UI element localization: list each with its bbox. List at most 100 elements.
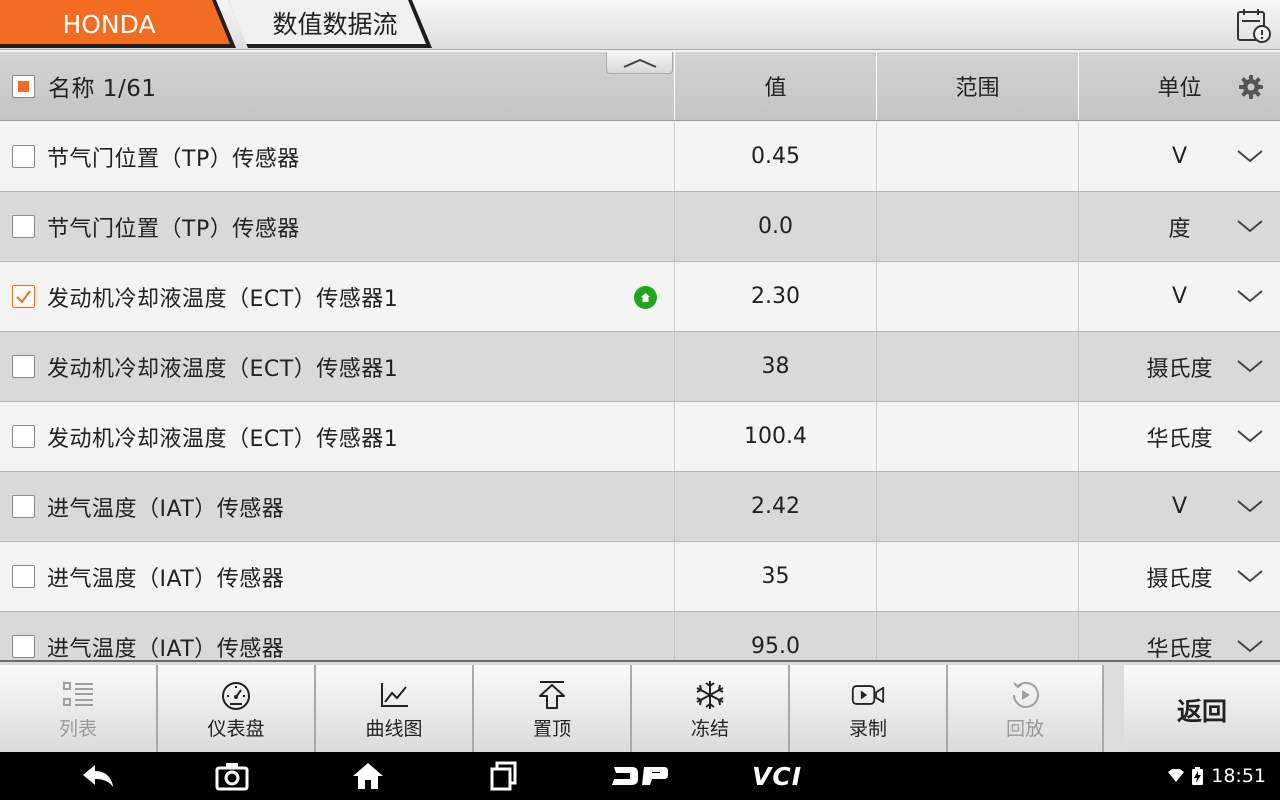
row-unit: 华氏度 — [1146, 426, 1213, 452]
dashboard-button[interactable]: 仪表盘 — [158, 665, 316, 754]
row-checkbox[interactable] — [12, 285, 35, 308]
back-arrow-icon[interactable] — [76, 752, 120, 800]
row-value: 0.45 — [751, 144, 800, 169]
chevron-up-icon — [623, 58, 656, 68]
chevron-down-icon[interactable] — [1236, 356, 1264, 376]
collapse-button[interactable] — [606, 52, 673, 74]
table-row[interactable]: 进气温度（IAT）传感器 2.42 V — [0, 472, 1280, 542]
playback-button[interactable]: 回放 — [948, 665, 1104, 754]
header-value-cell: 值 — [675, 52, 876, 120]
row-unit: 华氏度 — [1146, 636, 1213, 661]
row-name-cell: 发动机冷却液温度（ECT）传感器1 — [0, 262, 674, 331]
row-value-cell: 38 — [675, 332, 876, 401]
home-icon[interactable] — [348, 752, 388, 800]
camera-icon[interactable] — [212, 752, 252, 800]
back-button[interactable]: 返回 — [1124, 665, 1280, 754]
row-unit-cell[interactable]: 华氏度 — [1079, 402, 1280, 471]
chevron-down-icon[interactable] — [1236, 286, 1264, 306]
table-row[interactable]: 发动机冷却液温度（ECT）传感器1 2.30 V — [0, 262, 1280, 332]
row-checkbox[interactable] — [12, 425, 35, 448]
row-name: 发动机冷却液温度（ECT）传感器1 — [47, 426, 399, 452]
row-value: 95.0 — [751, 634, 800, 659]
row-checkbox[interactable] — [12, 495, 35, 518]
chevron-down-icon[interactable] — [1236, 636, 1264, 656]
row-checkbox[interactable] — [12, 565, 35, 588]
dp-logo[interactable]: DP — [608, 752, 672, 800]
row-value: 35 — [761, 564, 790, 589]
list-icon — [61, 678, 95, 712]
row-name: 进气温度（IAT）传感器 — [47, 566, 285, 592]
row-value-cell: 2.30 — [675, 262, 876, 331]
chevron-down-icon[interactable] — [1236, 146, 1264, 166]
playback-label: 回放 — [1005, 718, 1044, 740]
row-name-cell: 进气温度（IAT）传感器 — [0, 542, 674, 611]
chevron-down-icon[interactable] — [1236, 216, 1264, 236]
row-name: 发动机冷却液温度（ECT）传感器1 — [47, 356, 399, 382]
table-row[interactable]: 节气门位置（TP）传感器 0.0 度 — [0, 192, 1280, 262]
row-unit-cell[interactable]: V — [1079, 122, 1280, 191]
header-range-cell: 范围 — [877, 52, 1078, 120]
freeze-button[interactable]: 冻结 — [632, 665, 790, 754]
row-name-cell: 进气温度（IAT）传感器 — [0, 612, 674, 660]
row-unit-cell[interactable]: 摄氏度 — [1079, 332, 1280, 401]
header-name-cell: 名称 1/61 — [0, 52, 674, 120]
app-screen: HONDA 数值数据流 名称 1/61 值 范围 单位 节气门位置（TP）传感器… — [0, 0, 1280, 800]
row-range-cell — [877, 472, 1078, 541]
row-value-cell: 0.45 — [675, 122, 876, 191]
row-name: 进气温度（IAT）传感器 — [47, 496, 285, 522]
report-icon[interactable] — [1234, 6, 1272, 44]
row-unit: 摄氏度 — [1146, 566, 1213, 592]
list-button[interactable]: 列表 — [0, 665, 158, 754]
row-unit-cell[interactable]: 度 — [1079, 192, 1280, 261]
row-value-cell: 0.0 — [675, 192, 876, 261]
playback-icon — [1008, 678, 1042, 712]
row-range-cell — [877, 542, 1078, 611]
recents-icon[interactable] — [486, 752, 522, 800]
table-row[interactable]: 发动机冷却液温度（ECT）传感器1 38 摄氏度 — [0, 332, 1280, 402]
table-row[interactable]: 发动机冷却液温度（ECT）传感器1 100.4 华氏度 — [0, 402, 1280, 472]
row-value: 2.30 — [751, 284, 800, 309]
row-unit-cell[interactable]: 摄氏度 — [1079, 542, 1280, 611]
row-unit: 度 — [1168, 216, 1191, 242]
brand-tab[interactable]: HONDA — [0, 0, 236, 48]
row-unit-cell[interactable]: V — [1079, 472, 1280, 541]
header-unit-cell: 单位 — [1079, 52, 1280, 120]
home-badge-icon — [634, 286, 657, 309]
row-name: 发动机冷却液温度（ECT）传感器1 — [47, 286, 399, 312]
row-name-cell: 发动机冷却液温度（ECT）传感器1 — [0, 402, 674, 471]
header-name-label: 名称 1/61 — [48, 76, 157, 102]
video-record-icon — [851, 678, 885, 712]
data-stream-list[interactable]: 节气门位置（TP）传感器 0.45 V 节气门位置（TP）传感器 0.0 度发动机冷却液温… — [0, 122, 1280, 660]
table-row[interactable]: 节气门位置（TP）传感器 0.45 V — [0, 122, 1280, 192]
row-name-cell: 发动机冷却液温度（ECT）传感器1 — [0, 332, 674, 401]
row-checkbox[interactable] — [12, 145, 35, 168]
chevron-down-icon[interactable] — [1236, 496, 1264, 516]
row-value-cell: 35 — [675, 542, 876, 611]
system-nav-bar: DP VCI 18:51 — [0, 752, 1280, 800]
top-bar: HONDA 数值数据流 — [0, 0, 1280, 50]
row-checkbox[interactable] — [12, 635, 35, 658]
select-all-checkbox[interactable] — [12, 74, 35, 98]
page-title: 数值数据流 — [272, 10, 398, 39]
chevron-down-icon[interactable] — [1236, 566, 1264, 586]
graph-button[interactable]: 曲线图 — [316, 665, 474, 754]
gear-icon[interactable] — [1238, 74, 1264, 100]
title-tab[interactable]: 数值数据流 — [228, 0, 434, 48]
table-row[interactable]: 进气温度（IAT）传感器 95.0 华氏度 — [0, 612, 1280, 660]
row-unit-cell[interactable]: 华氏度 — [1079, 612, 1280, 660]
table-row[interactable]: 进气温度（IAT）传感器 35 摄氏度 — [0, 542, 1280, 612]
pin-top-button[interactable]: 置顶 — [474, 665, 632, 754]
row-checkbox[interactable] — [12, 355, 35, 378]
wifi-icon — [1168, 769, 1185, 782]
vci-logo[interactable]: VCI — [742, 752, 812, 800]
record-button[interactable]: 录制 — [790, 665, 948, 754]
status-area: 18:51 — [1168, 752, 1266, 800]
battery-charging-icon — [1192, 767, 1204, 785]
header-range-label: 范围 — [955, 76, 1000, 101]
row-unit-cell[interactable]: V — [1079, 262, 1280, 331]
chevron-down-icon[interactable] — [1236, 426, 1264, 446]
row-name: 节气门位置（TP）传感器 — [47, 146, 300, 172]
brand-tab-label: HONDA — [62, 10, 156, 39]
row-value-cell: 2.42 — [675, 472, 876, 541]
row-checkbox[interactable] — [12, 215, 35, 238]
